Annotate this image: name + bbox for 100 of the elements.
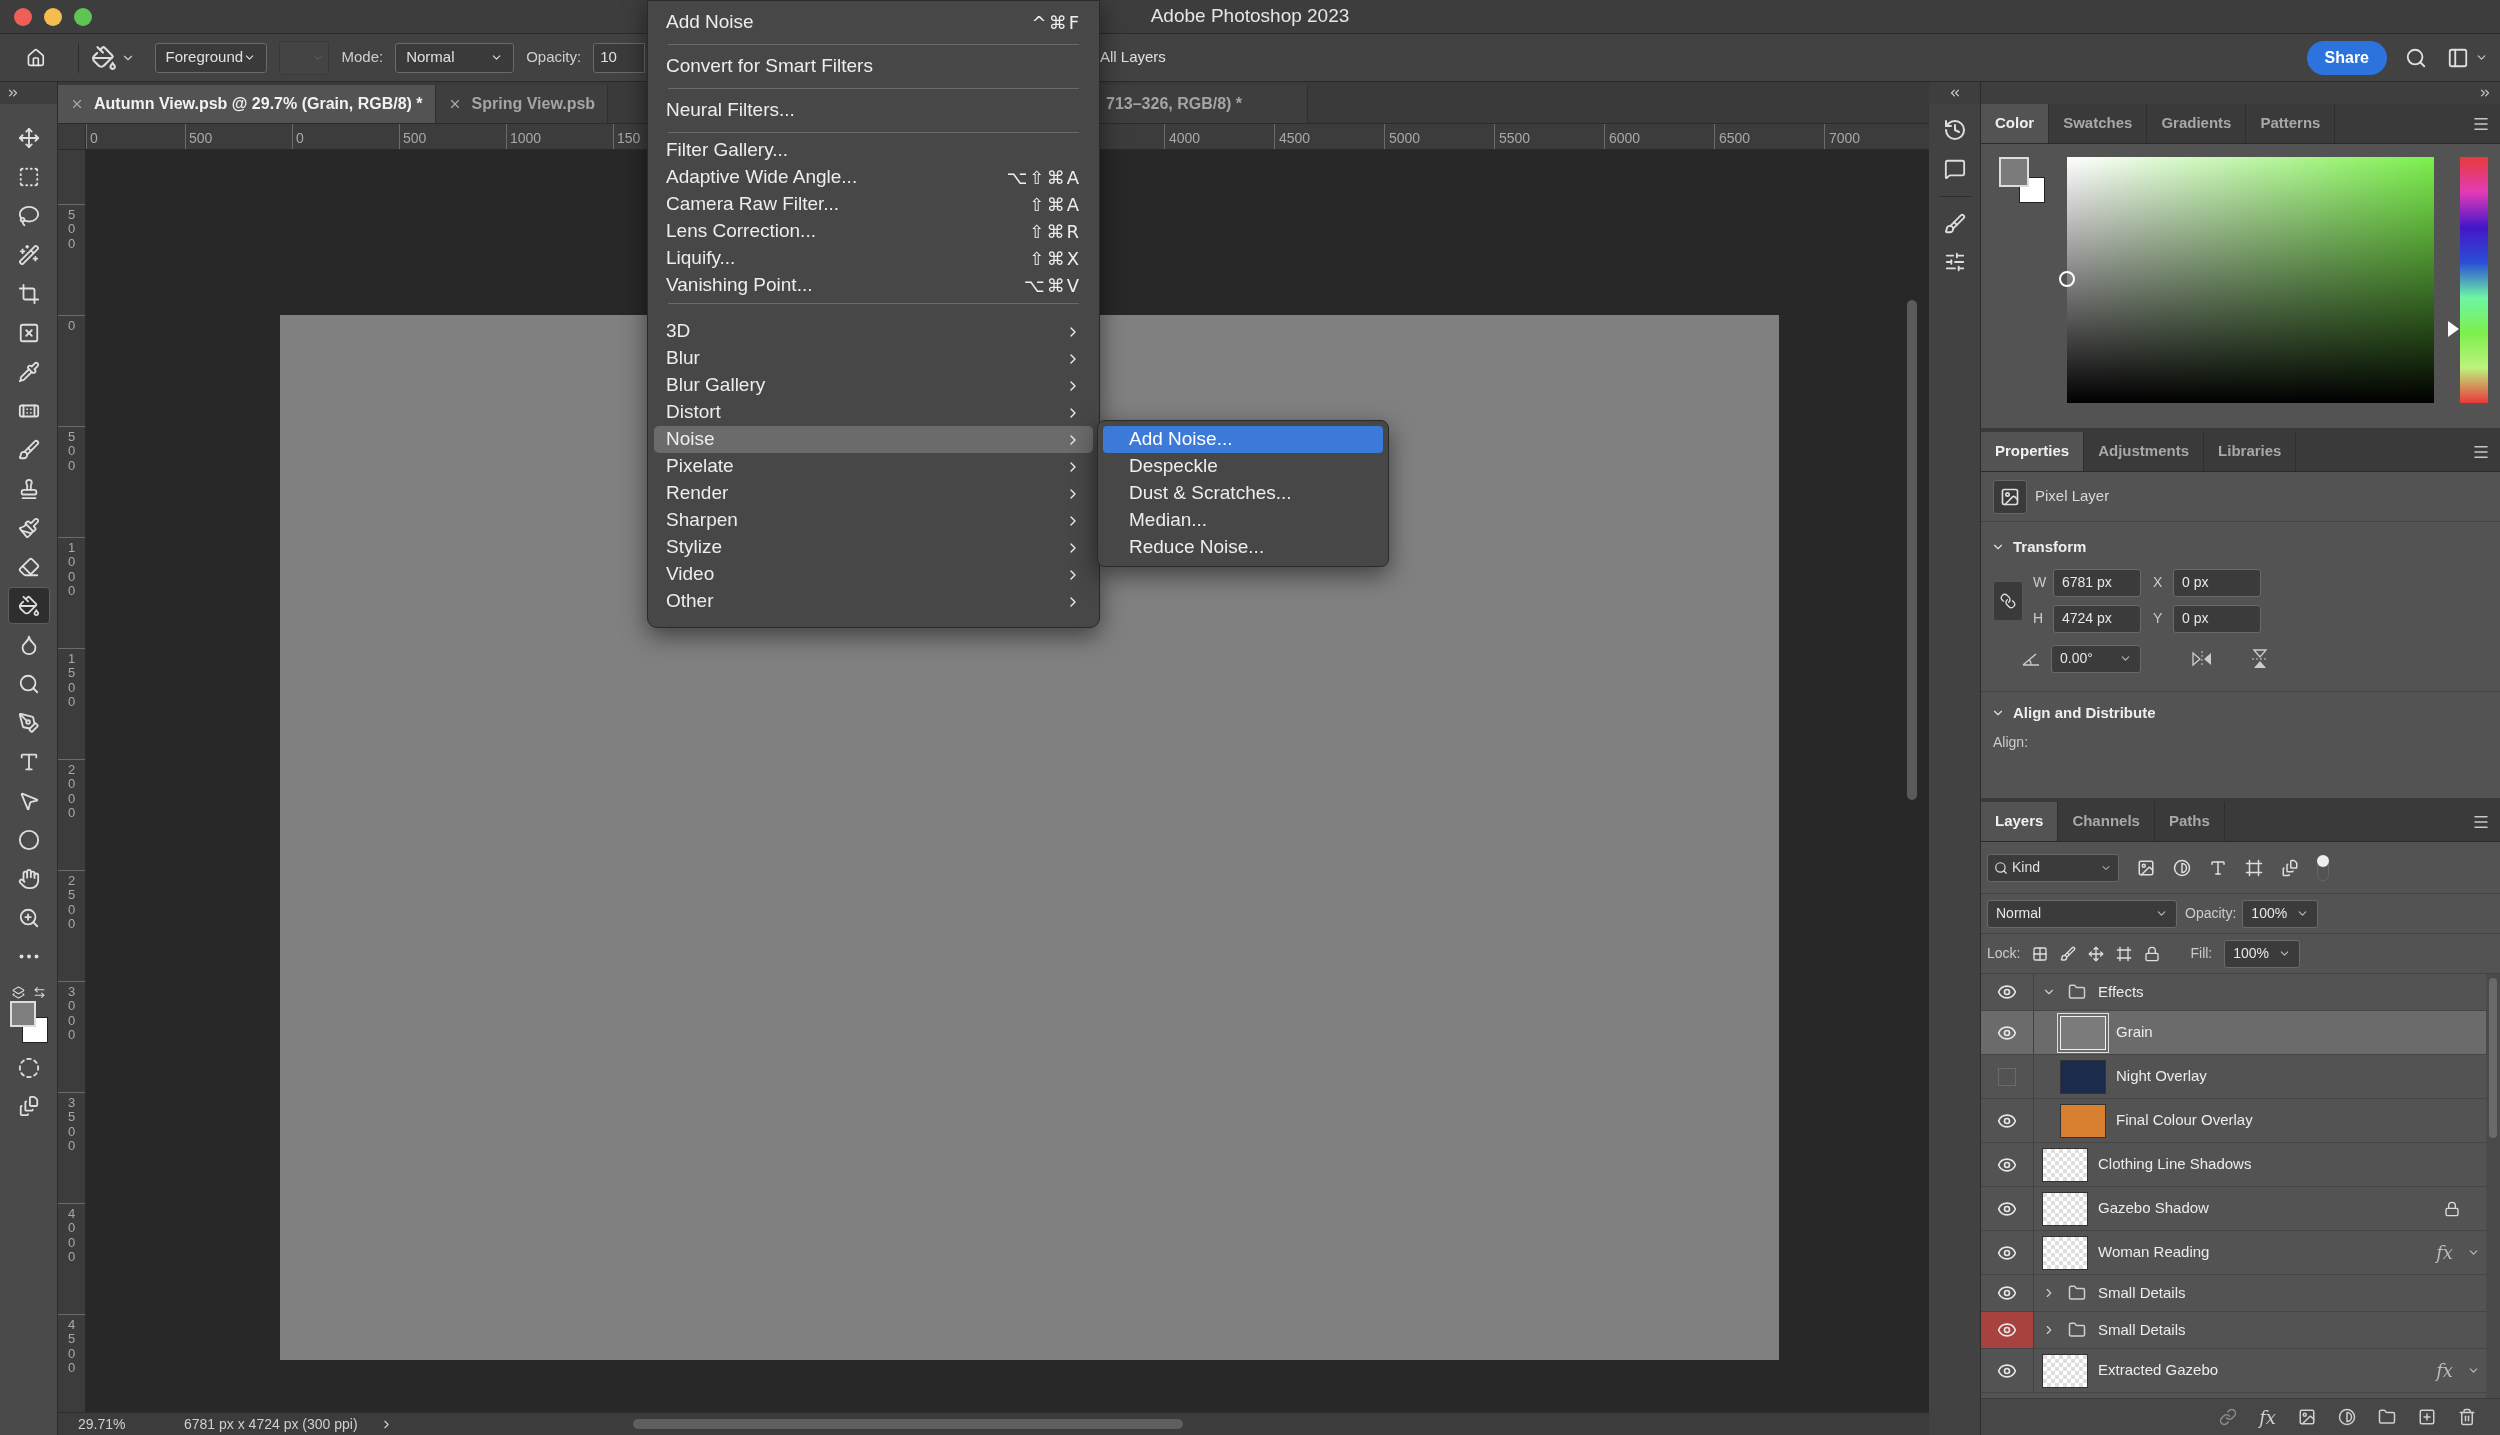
layer-row[interactable]: Small Details: [1981, 1275, 2486, 1312]
lock-pixels-icon[interactable]: [2032, 945, 2049, 962]
menu-item[interactable]: Adaptive Wide Angle... ⌥⇧⌘A: [654, 164, 1093, 191]
size-field[interactable]: 4724 px: [2053, 604, 2141, 633]
panel-tab[interactable]: Color: [1981, 104, 2050, 143]
menu-item[interactable]: Convert for Smart Filters: [654, 45, 1093, 88]
layer-row[interactable]: Woman Reading fx: [1981, 1231, 2486, 1275]
menu-item[interactable]: Lens Correction... ⇧⌘R: [654, 218, 1093, 245]
adjustment-icon[interactable]: [2338, 1408, 2356, 1426]
position-field[interactable]: 0 px: [2173, 604, 2261, 633]
workspace-icon[interactable]: [2447, 46, 2469, 69]
search-icon[interactable]: [2405, 46, 2427, 69]
menu-item[interactable]: Stylize: [654, 534, 1093, 561]
comment-icon[interactable]: [1943, 158, 1966, 180]
share-button[interactable]: Share: [2306, 40, 2387, 75]
visibility-eye-icon[interactable]: [1997, 1283, 2017, 1303]
menu-item[interactable]: Distort: [654, 399, 1093, 426]
document-tab[interactable]: Autumn View.psb @ 29.7% (Grain, RGB/8) *: [58, 85, 436, 123]
visibility-eye-icon[interactable]: [1997, 982, 2017, 1002]
layer-row[interactable]: Clothing Line Shadows: [1981, 1143, 2486, 1187]
shape-filter-icon[interactable]: [2245, 858, 2263, 877]
screen-mode-icon[interactable]: [17, 1095, 40, 1117]
slider-thumb[interactable]: [2448, 321, 2459, 338]
minimize-button[interactable]: [44, 7, 62, 26]
layer-row[interactable]: Grain: [1981, 1011, 2486, 1055]
adjustment-filter-icon[interactable]: [2173, 858, 2191, 877]
menu-item[interactable]: Filter Gallery...: [654, 137, 1093, 164]
layer-row[interactable]: Gazebo Shadow: [1981, 1187, 2486, 1231]
flip-vertical-icon[interactable]: [2251, 647, 2269, 670]
zoom-button[interactable]: [74, 7, 92, 26]
layer-row[interactable]: Small Details: [1981, 1312, 2486, 1349]
layer-row[interactable]: Effects: [1981, 974, 2486, 1011]
menu-item[interactable]: Other: [654, 588, 1093, 615]
lock-artboard-icon[interactable]: [2116, 945, 2133, 962]
menu-item[interactable]: Sharpen: [654, 507, 1093, 534]
menu-item[interactable]: Neural Filters...: [654, 89, 1093, 132]
menu-item[interactable]: Dust & Scratches...: [1103, 480, 1383, 507]
sliders-icon[interactable]: [1943, 251, 1966, 273]
menu-item[interactable]: Add Noise ^⌘F: [654, 1, 1093, 44]
menu-item[interactable]: Reduce Noise...: [1103, 534, 1383, 561]
color-field[interactable]: [2067, 157, 2434, 403]
lock-brush-icon[interactable]: [2060, 945, 2077, 962]
position-field[interactable]: 0 px: [2173, 568, 2261, 597]
expand-icon[interactable]: [6, 86, 20, 100]
opacity-field[interactable]: 10: [593, 42, 645, 73]
layer-row[interactable]: Night Overlay: [1981, 1055, 2486, 1099]
layer-row[interactable]: Final Colour Overlay: [1981, 1099, 2486, 1143]
angle-field[interactable]: 0.00°: [2051, 644, 2141, 673]
document-tab[interactable]: 713–326, RGB/8) *: [1098, 85, 1308, 123]
flip-horizontal-icon[interactable]: [2191, 649, 2213, 668]
mask-icon[interactable]: [2298, 1408, 2316, 1426]
smart-object-filter-icon[interactable]: [2281, 858, 2299, 877]
menu-item[interactable]: 3D: [654, 318, 1093, 345]
collapse-icon[interactable]: [2478, 86, 2492, 100]
blend-mode-dropdown[interactable]: Normal: [1987, 899, 2177, 928]
color-picker-icon[interactable]: [2059, 271, 2075, 287]
visibility-eye-icon[interactable]: [1997, 1320, 2017, 1340]
quick-mask-icon[interactable]: [17, 1057, 40, 1079]
menu-item[interactable]: Noise: [654, 426, 1093, 453]
tool-button[interactable]: [7, 587, 50, 624]
folder-icon[interactable]: [2378, 1408, 2396, 1426]
close-button[interactable]: [14, 7, 32, 26]
effects-button[interactable]: fx: [2259, 1403, 2276, 1431]
paint-bucket-icon[interactable]: [90, 44, 117, 71]
mode-dropdown[interactable]: Normal: [395, 42, 515, 73]
menu-item[interactable]: Blur Gallery: [654, 372, 1093, 399]
menu-item[interactable]: Add Noise...: [1103, 426, 1383, 453]
menu-item[interactable]: Render: [654, 480, 1093, 507]
color-swatches-drawing[interactable]: [7, 1001, 50, 1043]
lock-position-icon[interactable]: [2088, 945, 2105, 962]
menu-item[interactable]: Liquify... ⇧⌘X: [654, 245, 1093, 272]
menu-item[interactable]: Pixelate: [654, 453, 1093, 480]
pen-icon: [17, 711, 40, 734]
opacity-field[interactable]: 100%: [2242, 899, 2319, 928]
size-field[interactable]: 6781 px: [2053, 568, 2141, 597]
menu-item[interactable]: Despeckle: [1103, 453, 1383, 480]
color-swatches-drawing[interactable]: [1999, 157, 2045, 203]
fill-source-dropdown[interactable]: Foreground: [154, 42, 268, 73]
brush-settings-icon[interactable]: [1943, 213, 1966, 235]
new-layer-icon[interactable]: [2418, 1408, 2436, 1426]
type-filter-icon[interactable]: [2209, 858, 2227, 877]
fill-field[interactable]: 100%: [2224, 939, 2301, 968]
history-icon[interactable]: [1942, 118, 1967, 142]
menu-item[interactable]: Blur: [654, 345, 1093, 372]
ruler-label: 500: [189, 130, 213, 146]
panel-tab[interactable]: Layers: [1981, 802, 2059, 841]
menu-item[interactable]: Video: [654, 561, 1093, 588]
lock-all-icon[interactable]: [2144, 945, 2161, 962]
panel-tab[interactable]: Properties: [1981, 432, 2085, 471]
menu-item[interactable]: Median...: [1103, 507, 1383, 534]
filter-dropdown[interactable]: Kind: [1987, 853, 2119, 882]
image-filter-icon[interactable]: [2137, 858, 2155, 877]
menu-item[interactable]: Vanishing Point... ⌥⌘V: [654, 272, 1093, 299]
close-icon[interactable]: [70, 97, 84, 111]
menu-item[interactable]: Camera Raw Filter... ⇧⌘A: [654, 191, 1093, 218]
layer-row[interactable]: Extracted Gazebo fx: [1981, 1349, 2486, 1393]
swap-colors-icon[interactable]: [32, 986, 46, 999]
trash-icon[interactable]: [2458, 1408, 2476, 1426]
document-tab[interactable]: Spring View.psb: [435, 85, 609, 123]
link-icon[interactable]: [2000, 592, 2016, 609]
